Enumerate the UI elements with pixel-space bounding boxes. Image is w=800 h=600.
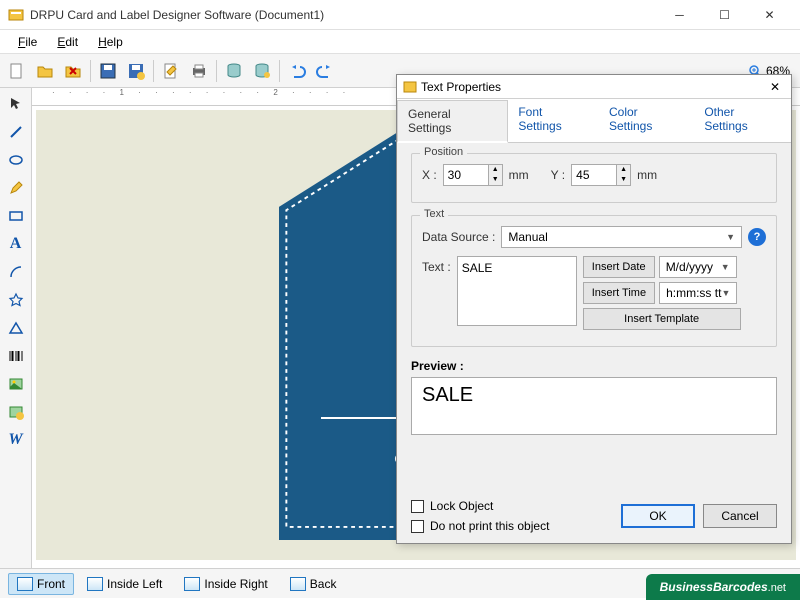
page-icon	[184, 577, 200, 591]
tab-general-settings[interactable]: General Settings	[397, 100, 508, 143]
pencil-icon[interactable]	[4, 176, 28, 200]
barcode-icon[interactable]	[4, 344, 28, 368]
edit-icon[interactable]	[158, 58, 184, 84]
watermark: BusinessBarcodes.net	[646, 574, 800, 600]
tab-front[interactable]: Front	[8, 573, 74, 595]
dialog-icon	[403, 80, 417, 94]
position-group: Position X : ▲▼ mm Y : ▲▼ mm	[411, 153, 777, 203]
tab-inside-left[interactable]: Inside Left	[78, 573, 171, 595]
checkbox-icon	[411, 500, 424, 513]
x-label: X :	[422, 168, 437, 182]
data-source-label: Data Source :	[422, 230, 495, 244]
save-icon[interactable]	[95, 58, 121, 84]
text-label: Text :	[422, 260, 451, 274]
database-icon[interactable]	[221, 58, 247, 84]
lock-object-checkbox[interactable]: Lock Object	[411, 499, 621, 513]
triangle-icon[interactable]	[4, 316, 28, 340]
tab-font-settings[interactable]: Font Settings	[508, 99, 599, 142]
pointer-icon[interactable]	[4, 92, 28, 116]
dialog-tabs: General Settings Font Settings Color Set…	[397, 99, 791, 143]
y-label: Y :	[551, 168, 565, 182]
tab-color-settings[interactable]: Color Settings	[599, 99, 694, 142]
chevron-down-icon: ▼	[726, 232, 735, 242]
menu-file[interactable]: File	[8, 33, 47, 51]
menubar: File Edit Help	[0, 30, 800, 54]
chevron-down-icon: ▼	[721, 288, 730, 298]
close-button[interactable]: ✕	[747, 1, 792, 29]
image-icon[interactable]	[4, 372, 28, 396]
down-icon[interactable]: ▼	[616, 175, 630, 185]
y-spinner[interactable]: ▲▼	[571, 164, 631, 186]
rectangle-icon[interactable]	[4, 204, 28, 228]
date-format-select[interactable]: M/d/yyyy▼	[659, 256, 737, 278]
up-icon[interactable]: ▲	[616, 165, 630, 175]
preview-box: SALE	[411, 377, 777, 435]
dialog-titlebar: Text Properties ✕	[397, 75, 791, 99]
chevron-down-icon: ▼	[721, 262, 730, 272]
window-title: DRPU Card and Label Designer Software (D…	[30, 8, 657, 22]
page-icon	[87, 577, 103, 591]
page-icon	[290, 577, 306, 591]
wordart-icon[interactable]: W	[4, 428, 28, 452]
print-icon[interactable]	[186, 58, 212, 84]
redo-icon[interactable]	[312, 58, 338, 84]
open-icon[interactable]	[32, 58, 58, 84]
ok-button[interactable]: OK	[621, 504, 695, 528]
app-icon	[8, 7, 24, 23]
checkbox-icon	[411, 520, 424, 533]
tab-back[interactable]: Back	[281, 573, 346, 595]
save-as-icon[interactable]	[123, 58, 149, 84]
tab-inside-right[interactable]: Inside Right	[175, 573, 276, 595]
preview-label: Preview :	[411, 359, 777, 373]
insert-date-button[interactable]: Insert Date	[583, 256, 655, 278]
text-group: Text Data Source : Manual▼ ? Text : SALE…	[411, 215, 777, 347]
maximize-button[interactable]: ☐	[702, 1, 747, 29]
x-spinner[interactable]: ▲▼	[443, 164, 503, 186]
text-input[interactable]: SALE	[457, 256, 577, 326]
y-input[interactable]	[572, 168, 616, 182]
star-icon[interactable]	[4, 288, 28, 312]
page-icon	[17, 577, 33, 591]
menu-help[interactable]: Help	[88, 33, 133, 51]
insert-time-button[interactable]: Insert Time	[583, 282, 655, 304]
database-edit-icon[interactable]	[249, 58, 275, 84]
close-file-icon[interactable]	[60, 58, 86, 84]
line-icon[interactable]	[4, 120, 28, 144]
arc-icon[interactable]	[4, 260, 28, 284]
time-format-select[interactable]: h:mm:ss tt▼	[659, 282, 737, 304]
data-source-select[interactable]: Manual▼	[501, 226, 742, 248]
do-not-print-checkbox[interactable]: Do not print this object	[411, 519, 621, 533]
up-icon[interactable]: ▲	[488, 165, 502, 175]
menu-edit[interactable]: Edit	[47, 33, 88, 51]
left-toolbox: A W	[0, 88, 32, 568]
titlebar: DRPU Card and Label Designer Software (D…	[0, 0, 800, 30]
library-icon[interactable]	[4, 400, 28, 424]
new-icon[interactable]	[4, 58, 30, 84]
cancel-button[interactable]: Cancel	[703, 504, 777, 528]
tab-other-settings[interactable]: Other Settings	[694, 99, 791, 142]
dialog-title: Text Properties	[421, 80, 765, 94]
x-input[interactable]	[444, 168, 488, 182]
down-icon[interactable]: ▼	[488, 175, 502, 185]
help-icon[interactable]: ?	[748, 228, 766, 246]
undo-icon[interactable]	[284, 58, 310, 84]
text-icon[interactable]: A	[4, 232, 28, 256]
text-properties-dialog: Text Properties ✕ General Settings Font …	[396, 74, 792, 544]
ellipse-icon[interactable]	[4, 148, 28, 172]
minimize-button[interactable]: ─	[657, 1, 702, 29]
insert-template-button[interactable]: Insert Template	[583, 308, 741, 330]
dialog-close-button[interactable]: ✕	[765, 80, 785, 94]
